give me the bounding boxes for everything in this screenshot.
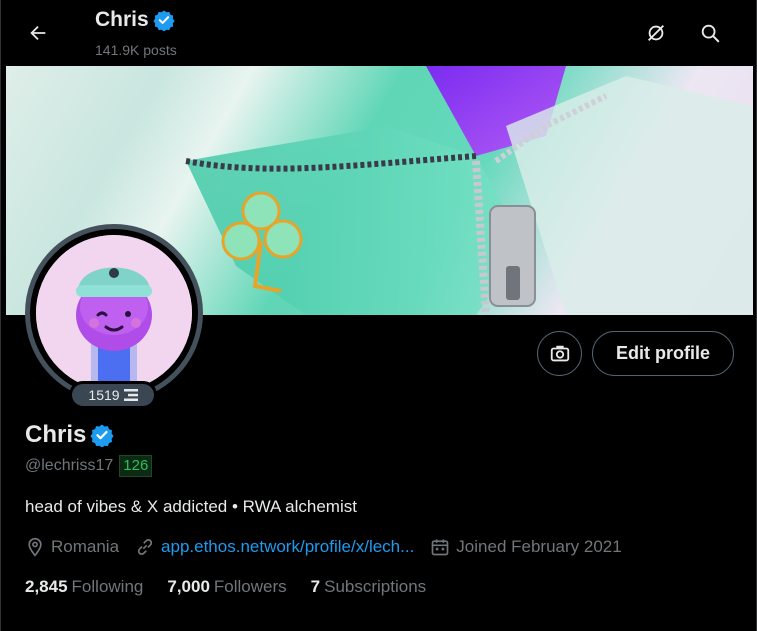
- search-button[interactable]: [691, 14, 729, 52]
- calendar-icon: [430, 537, 450, 557]
- edit-profile-button[interactable]: Edit profile: [592, 331, 734, 376]
- avatar-score-badge: 1519: [69, 381, 157, 409]
- profile-name-text: Chris: [25, 421, 87, 448]
- arrow-left-icon: [27, 22, 49, 44]
- followers-label: Followers: [213, 577, 287, 596]
- location-text: Romania: [51, 537, 120, 556]
- back-button[interactable]: [19, 14, 57, 52]
- link-icon: [135, 537, 155, 557]
- profile-name: Chris: [25, 421, 114, 449]
- following-link[interactable]: 2,845 Following: [25, 577, 143, 597]
- website-item: app.ethos.network/profile/x/lech...: [135, 537, 414, 557]
- following-label: Following: [71, 577, 144, 596]
- subscriptions-link[interactable]: 7 Subscriptions: [311, 577, 427, 597]
- location-pin-icon: [25, 537, 45, 557]
- location-item: Romania: [25, 537, 119, 557]
- profile-header: Chris 141.9K posts: [1, 0, 756, 66]
- camera-icon: [549, 343, 571, 365]
- grok-icon: [645, 22, 667, 44]
- ethos-score-badge[interactable]: 126: [119, 455, 153, 477]
- avatar-image: [36, 235, 192, 391]
- profile-page: Chris 141.9K posts 1519 Edit profile Chr…: [0, 0, 757, 631]
- avatar-badge-value: 1519: [88, 387, 120, 403]
- search-icon: [699, 22, 721, 44]
- subscriptions-label: Subscriptions: [324, 577, 427, 596]
- verified-badge-icon: [153, 9, 175, 31]
- following-count: 2,845: [25, 577, 68, 596]
- grok-button[interactable]: [637, 14, 675, 52]
- profile-meta: Romania app.ethos.network/profile/x/lech…: [25, 537, 638, 557]
- header-title: Chris: [95, 8, 175, 32]
- camera-button[interactable]: [537, 331, 582, 376]
- profile-bio: head of vibes & X addicted • RWA alchemi…: [25, 497, 357, 516]
- profile-avatar[interactable]: [25, 224, 203, 402]
- header-name-text: Chris: [95, 8, 149, 31]
- followers-count: 7,000: [167, 577, 210, 596]
- joined-item: Joined February 2021: [430, 537, 622, 557]
- website-link[interactable]: app.ethos.network/profile/x/lech...: [161, 537, 414, 557]
- joined-text: Joined February 2021: [456, 537, 622, 556]
- subscriptions-count: 7: [310, 577, 321, 596]
- profile-stats: 2,845 Following 7,000 Followers 7 Subscr…: [25, 577, 450, 597]
- profile-handle: @lechriss17: [25, 457, 114, 474]
- header-posts-count: 141.9K posts: [95, 42, 177, 58]
- verified-badge-icon[interactable]: [90, 423, 114, 447]
- ethos-icon: [123, 388, 138, 402]
- handle-row: @lechriss17 126: [25, 455, 153, 477]
- followers-link[interactable]: 7,000 Followers: [167, 577, 286, 597]
